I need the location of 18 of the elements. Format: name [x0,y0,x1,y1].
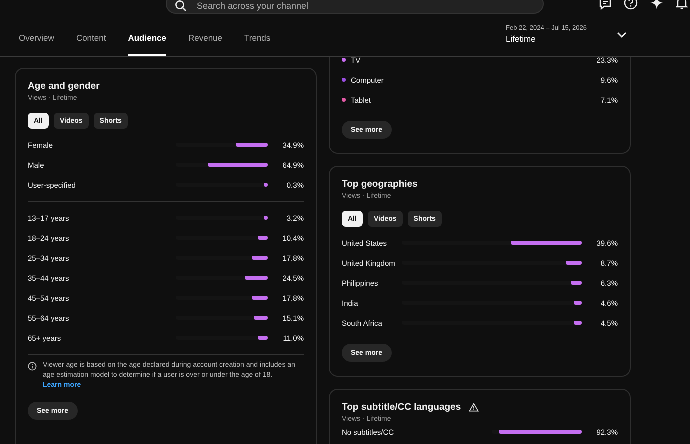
warning-icon [469,403,480,412]
card-title: Top geographies [342,179,419,190]
help-icon[interactable] [624,0,638,10]
chevron-down-icon[interactable] [617,32,627,38]
sparkle-icon[interactable] [650,0,664,10]
tab[interactable]: Overview [19,33,54,56]
period-label: Lifetime [506,34,537,44]
tab[interactable]: Revenue [188,33,223,56]
notifications-icon[interactable] [676,0,688,10]
tab[interactable]: Content [76,33,106,56]
info-icon [28,362,37,371]
search-field[interactable]: Search across your channel [166,0,544,14]
tab[interactable]: Audience [128,33,166,56]
feedback-icon[interactable] [599,0,612,10]
card-title: Top subtitle/CC languages [342,402,462,413]
search-icon [175,0,187,12]
tab[interactable]: Trends [244,33,271,56]
card-title: Age and gender [28,81,101,92]
